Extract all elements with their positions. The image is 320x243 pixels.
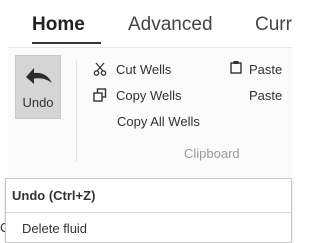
tab-advanced[interactable]: Advanced (128, 14, 213, 36)
clipboard-group-label: Clipboard (184, 146, 240, 161)
ribbon: Home Advanced Curr Undo Cut Wells Copy W… (0, 0, 292, 243)
active-tab-indicator (32, 42, 101, 44)
tooltip-divider (6, 212, 291, 213)
paste-icon (230, 61, 242, 74)
copy-all-wells-button[interactable]: Copy All Wells (117, 114, 200, 130)
cut-wells-button[interactable]: Cut Wells (116, 62, 171, 78)
scissors-icon (93, 62, 107, 76)
copy-wells-button[interactable]: Copy Wells (116, 88, 182, 104)
ribbon-tabbar: Home Advanced Curr (0, 0, 292, 46)
paste-special-button[interactable]: Paste (249, 88, 282, 104)
undo-button[interactable]: Undo (15, 55, 61, 119)
undo-tooltip: Undo (Ctrl+Z) Delete fluid (5, 178, 292, 243)
tab-home[interactable]: Home (32, 14, 85, 36)
tab-curr[interactable]: Curr (255, 14, 292, 36)
ribbon-separator (76, 60, 77, 162)
tooltip-title: Undo (Ctrl+Z) (12, 188, 96, 203)
undo-arrow-icon (26, 68, 52, 84)
copy-icon (93, 88, 107, 102)
undo-label: Undo (22, 95, 54, 110)
paste-button[interactable]: Paste (249, 62, 282, 78)
tooltip-description: Delete fluid (22, 221, 88, 236)
